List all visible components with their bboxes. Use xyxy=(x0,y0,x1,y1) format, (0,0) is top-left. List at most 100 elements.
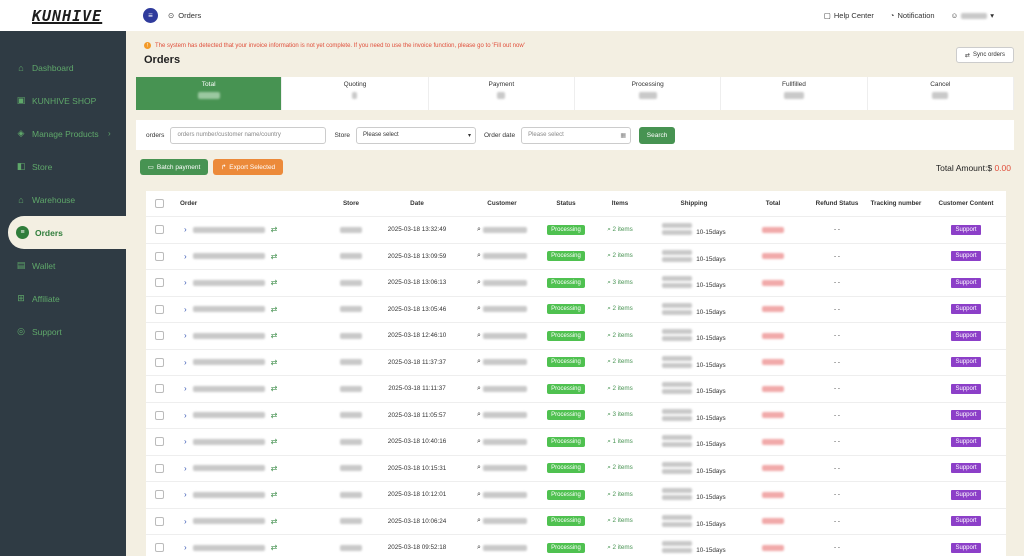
sync-orders-button[interactable]: ⇄ Sync orders xyxy=(956,47,1014,63)
support-button[interactable]: Support xyxy=(951,436,981,447)
tab-fullfilled[interactable]: Fullfilled xyxy=(721,77,868,110)
tab-processing[interactable]: Processing xyxy=(575,77,722,110)
items-link[interactable]: ⌕ 2 items xyxy=(607,252,633,260)
user-menu[interactable]: ☺ ▾ xyxy=(951,11,994,20)
order-number-redacted[interactable] xyxy=(192,465,265,472)
support-button[interactable]: Support xyxy=(951,330,981,341)
items-link[interactable]: ⌕ 2 items xyxy=(607,385,633,393)
support-button[interactable]: Support xyxy=(951,542,981,553)
expand-chevron-icon[interactable]: › xyxy=(184,384,187,393)
tab-cancel[interactable]: Cancel xyxy=(868,77,1014,110)
sidebar-item-affiliate[interactable]: ⊞ Affiliate xyxy=(0,282,126,315)
alert-text[interactable]: The system has detected that your invoic… xyxy=(155,43,525,49)
expand-chevron-icon[interactable]: › xyxy=(184,543,187,552)
support-button[interactable]: Support xyxy=(951,516,981,527)
sidebar-item-support[interactable]: ◎ Support xyxy=(0,315,126,348)
expand-chevron-icon[interactable]: › xyxy=(184,225,187,234)
items-link[interactable]: ⌕ 2 items xyxy=(607,226,633,234)
items-link[interactable]: ⌕ 2 items xyxy=(607,305,633,313)
swap-icon[interactable]: ⇄ xyxy=(271,411,278,420)
row-checkbox[interactable] xyxy=(154,543,164,553)
order-number-redacted[interactable] xyxy=(192,279,265,286)
items-link[interactable]: ⌕ 3 items xyxy=(607,411,633,419)
sidebar-item-dashboard[interactable]: ⌂ Dashboard xyxy=(0,51,126,84)
order-number-redacted[interactable] xyxy=(192,385,265,392)
select-all-checkbox[interactable] xyxy=(154,199,164,208)
support-button[interactable]: Support xyxy=(951,357,981,368)
help-center-link[interactable]: ▢ Help Center xyxy=(824,11,874,20)
items-link[interactable]: ⌕ 2 items xyxy=(607,332,633,340)
swap-icon[interactable]: ⇄ xyxy=(271,331,278,340)
order-number-redacted[interactable] xyxy=(192,412,265,419)
order-number-redacted[interactable] xyxy=(192,306,265,313)
support-button[interactable]: Support xyxy=(951,410,981,421)
tab-payment[interactable]: Payment xyxy=(429,77,575,110)
swap-icon[interactable]: ⇄ xyxy=(271,252,278,261)
support-button[interactable]: Support xyxy=(951,383,981,394)
swap-icon[interactable]: ⇄ xyxy=(271,464,278,473)
support-button[interactable]: Support xyxy=(951,489,981,500)
support-button[interactable]: Support xyxy=(951,304,981,315)
items-link[interactable]: ⌕ 3 items xyxy=(607,279,633,287)
sidebar-item-kunhive-shop[interactable]: ▣ KUNHIVE SHOP xyxy=(0,84,126,117)
sidebar-item-manage-products[interactable]: ◈ Manage Products › xyxy=(0,117,126,150)
expand-chevron-icon[interactable]: › xyxy=(184,437,187,446)
support-button[interactable]: Support xyxy=(951,251,981,262)
order-number-redacted[interactable] xyxy=(192,438,265,445)
support-button[interactable]: Support xyxy=(951,224,981,235)
row-checkbox[interactable] xyxy=(154,384,164,394)
row-checkbox[interactable] xyxy=(154,463,164,473)
swap-icon[interactable]: ⇄ xyxy=(271,358,278,367)
swap-icon[interactable]: ⇄ xyxy=(271,225,278,234)
menu-toggle-button[interactable]: ≡ xyxy=(143,8,158,23)
batch-payment-button[interactable]: ▭ Batch payment xyxy=(140,159,208,175)
store-select[interactable]: Please select ▾ xyxy=(355,126,476,144)
sidebar-item-store[interactable]: ◧ Store xyxy=(0,150,126,183)
orders-search-input[interactable]: orders number/customer name/country xyxy=(170,126,327,144)
swap-icon[interactable]: ⇄ xyxy=(271,278,278,287)
logo[interactable]: KUNHIVE xyxy=(32,7,102,25)
row-checkbox[interactable] xyxy=(154,516,164,526)
export-selected-button[interactable]: ↱ Export Selected xyxy=(213,159,283,175)
swap-icon[interactable]: ⇄ xyxy=(271,384,278,393)
row-checkbox[interactable] xyxy=(154,437,164,447)
expand-chevron-icon[interactable]: › xyxy=(184,464,187,473)
row-checkbox[interactable] xyxy=(154,278,164,288)
expand-chevron-icon[interactable]: › xyxy=(184,278,187,287)
swap-icon[interactable]: ⇄ xyxy=(271,305,278,314)
swap-icon[interactable]: ⇄ xyxy=(271,543,278,552)
order-number-redacted[interactable] xyxy=(192,359,265,366)
row-checkbox[interactable] xyxy=(154,410,164,420)
swap-icon[interactable]: ⇄ xyxy=(271,517,278,526)
swap-icon[interactable]: ⇄ xyxy=(271,437,278,446)
tab-quoting[interactable]: Quoting xyxy=(282,77,429,110)
order-date-picker[interactable]: Please select ▦ xyxy=(521,126,632,144)
row-checkbox[interactable] xyxy=(154,251,164,261)
expand-chevron-icon[interactable]: › xyxy=(184,517,187,526)
row-checkbox[interactable] xyxy=(154,331,164,341)
items-link[interactable]: ⌕ 2 items xyxy=(607,464,633,472)
row-checkbox[interactable] xyxy=(154,357,164,367)
order-number-redacted[interactable] xyxy=(192,226,265,233)
tab-total[interactable]: Total xyxy=(136,77,283,110)
items-link[interactable]: ⌕ 2 items xyxy=(607,491,633,499)
expand-chevron-icon[interactable]: › xyxy=(184,305,187,314)
items-link[interactable]: ⌕ 2 items xyxy=(607,544,633,552)
expand-chevron-icon[interactable]: › xyxy=(184,490,187,499)
swap-icon[interactable]: ⇄ xyxy=(271,490,278,499)
items-link[interactable]: ⌕ 2 items xyxy=(607,358,633,366)
expand-chevron-icon[interactable]: › xyxy=(184,358,187,367)
expand-chevron-icon[interactable]: › xyxy=(184,331,187,340)
sidebar-item-wallet[interactable]: ▤ Wallet xyxy=(0,249,126,282)
expand-chevron-icon[interactable]: › xyxy=(184,411,187,420)
support-button[interactable]: Support xyxy=(951,277,981,288)
expand-chevron-icon[interactable]: › xyxy=(184,252,187,261)
order-number-redacted[interactable] xyxy=(192,544,265,551)
notification-link[interactable]: ◔ Notification xyxy=(890,11,935,20)
items-link[interactable]: ⌕ 2 items xyxy=(607,517,633,525)
row-checkbox[interactable] xyxy=(154,490,164,500)
order-number-redacted[interactable] xyxy=(192,332,265,339)
support-button[interactable]: Support xyxy=(951,463,981,474)
row-checkbox[interactable] xyxy=(154,225,164,235)
items-link[interactable]: ⌕ 1 items xyxy=(607,438,633,446)
